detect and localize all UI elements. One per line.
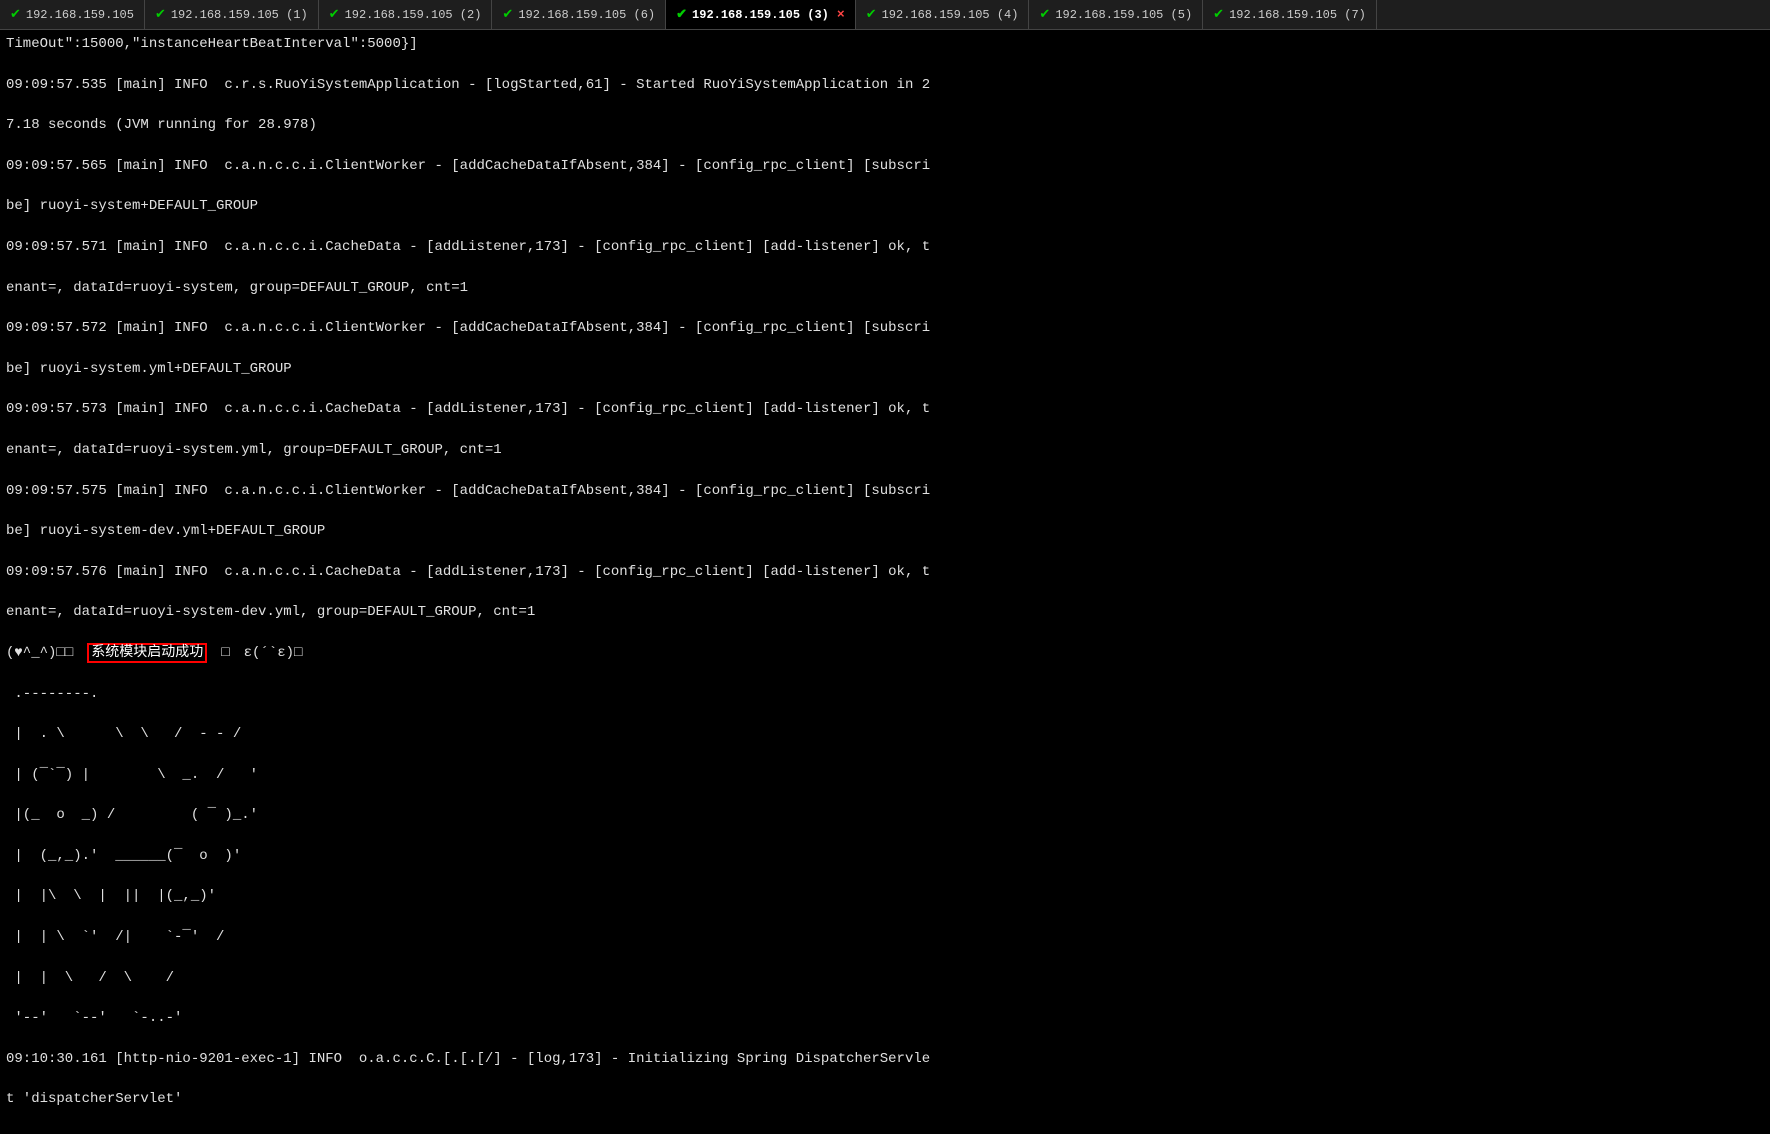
tab-label: 192.168.159.105 (5) — [1055, 8, 1192, 22]
tab-label: 192.168.159.105 (1) — [171, 8, 308, 22]
log-line: TimeOut":15000,"instanceHeartBeatInterva… — [6, 34, 1764, 54]
log-line: be] ruoyi-system-dev.yml+DEFAULT_GROUP — [6, 521, 1764, 541]
log-line: enant=, dataId=ruoyi-system.yml, group=D… — [6, 440, 1764, 460]
log-line: 09:09:57.573 [main] INFO c.a.n.c.c.i.Cac… — [6, 399, 1764, 419]
log-line: 09:09:57.576 [main] INFO c.a.n.c.c.i.Cac… — [6, 562, 1764, 582]
check-icon: ✔ — [676, 7, 687, 22]
check-icon: ✔ — [155, 7, 166, 22]
log-line: 09:09:57.565 [main] INFO c.a.n.c.c.i.Cli… — [6, 156, 1764, 176]
ascii-art-line: '--' `--' `-..-' — [6, 1008, 1764, 1028]
tab-label: 192.168.159.105 (2) — [345, 8, 482, 22]
log-line: t 'dispatcherServlet' — [6, 1089, 1764, 1109]
tab-bar[interactable]: ✔ 192.168.159.105 ✔ 192.168.159.105 (1) ✔ 192… — [0, 0, 1770, 30]
tab-tab1[interactable]: ✔ 192.168.159.105 (1) — [145, 0, 319, 30]
terminal-content: TimeOut":15000,"instanceHeartBeatInterva… — [0, 30, 1770, 1134]
log-line: be] ruoyi-system+DEFAULT_GROUP — [6, 196, 1764, 216]
tab-tab4[interactable]: ✔ 192.168.159.105 (4) — [856, 0, 1030, 30]
tab-label: 192.168.159.105 (3) — [692, 8, 829, 22]
ascii-art-line: |(_ ο _) / ( ¯ )_.' — [6, 805, 1764, 825]
ascii-art-line: .--------. — [6, 684, 1764, 704]
tab-close-icon[interactable]: × — [837, 7, 845, 22]
check-icon: ✔ — [866, 7, 877, 22]
log-line: 09:10:30.161 [http-nio-9201-exec-1] INFO… — [6, 1049, 1764, 1069]
tab-label: 192.168.159.105 — [26, 8, 134, 22]
tab-tab7[interactable]: ✔ 192.168.159.105 (7) — [1203, 0, 1377, 30]
tab-tab5[interactable]: ✔ 192.168.159.105 (5) — [1029, 0, 1203, 30]
log-line: enant=, dataId=ruoyi-system, group=DEFAU… — [6, 278, 1764, 298]
tab-tab6[interactable]: ✔ 192.168.159.105 (6) — [492, 0, 666, 30]
ascii-art-line: | (_,_).' ______(¯ ο )' — [6, 846, 1764, 866]
log-line: 7.18 seconds (JVM running for 28.978) — [6, 115, 1764, 135]
tab-label: 192.168.159.105 (6) — [518, 8, 655, 22]
log-line: enant=, dataId=ruoyi-system-dev.yml, gro… — [6, 602, 1764, 622]
log-line: 09:09:57.575 [main] INFO c.a.n.c.c.i.Cli… — [6, 481, 1764, 501]
ascii-art-line: | (¯`¯) | \ _. / ' — [6, 765, 1764, 785]
log-line: 09:09:57.535 [main] INFO c.r.s.RuoYiSyst… — [6, 75, 1764, 95]
ascii-art-line: | |\ \ | || |(_,_)' — [6, 886, 1764, 906]
check-icon: ✔ — [1213, 7, 1224, 22]
log-line: be] ruoyi-system.yml+DEFAULT_GROUP — [6, 359, 1764, 379]
check-icon: ✔ — [329, 7, 340, 22]
tab-tab0[interactable]: ✔ 192.168.159.105 — [0, 0, 145, 30]
tab-tab3[interactable]: ✔ 192.168.159.105 (3) × — [666, 0, 856, 30]
ascii-art-line: | | \ `' /| `-¯' / — [6, 927, 1764, 947]
check-icon: ✔ — [10, 7, 21, 22]
check-icon: ✔ — [502, 7, 513, 22]
check-icon: ✔ — [1039, 7, 1050, 22]
highlight-text: 系统模块启动成功 — [87, 643, 207, 663]
ascii-art-line: | . \ \ \ / - - / — [6, 724, 1764, 744]
log-line: 09:09:57.572 [main] INFO c.a.n.c.c.i.Cli… — [6, 318, 1764, 338]
log-line: 09:09:57.571 [main] INFO c.a.n.c.c.i.Cac… — [6, 237, 1764, 257]
ascii-art-line: | | \ / \ / — [6, 968, 1764, 988]
tab-label: 192.168.159.105 (4) — [882, 8, 1019, 22]
tab-tab2[interactable]: ✔ 192.168.159.105 (2) — [319, 0, 493, 30]
tab-label: 192.168.159.105 (7) — [1229, 8, 1366, 22]
special-line: (♥^_^)□□ 系统模块启动成功 □ ε(´`ε)□ — [6, 643, 1764, 663]
